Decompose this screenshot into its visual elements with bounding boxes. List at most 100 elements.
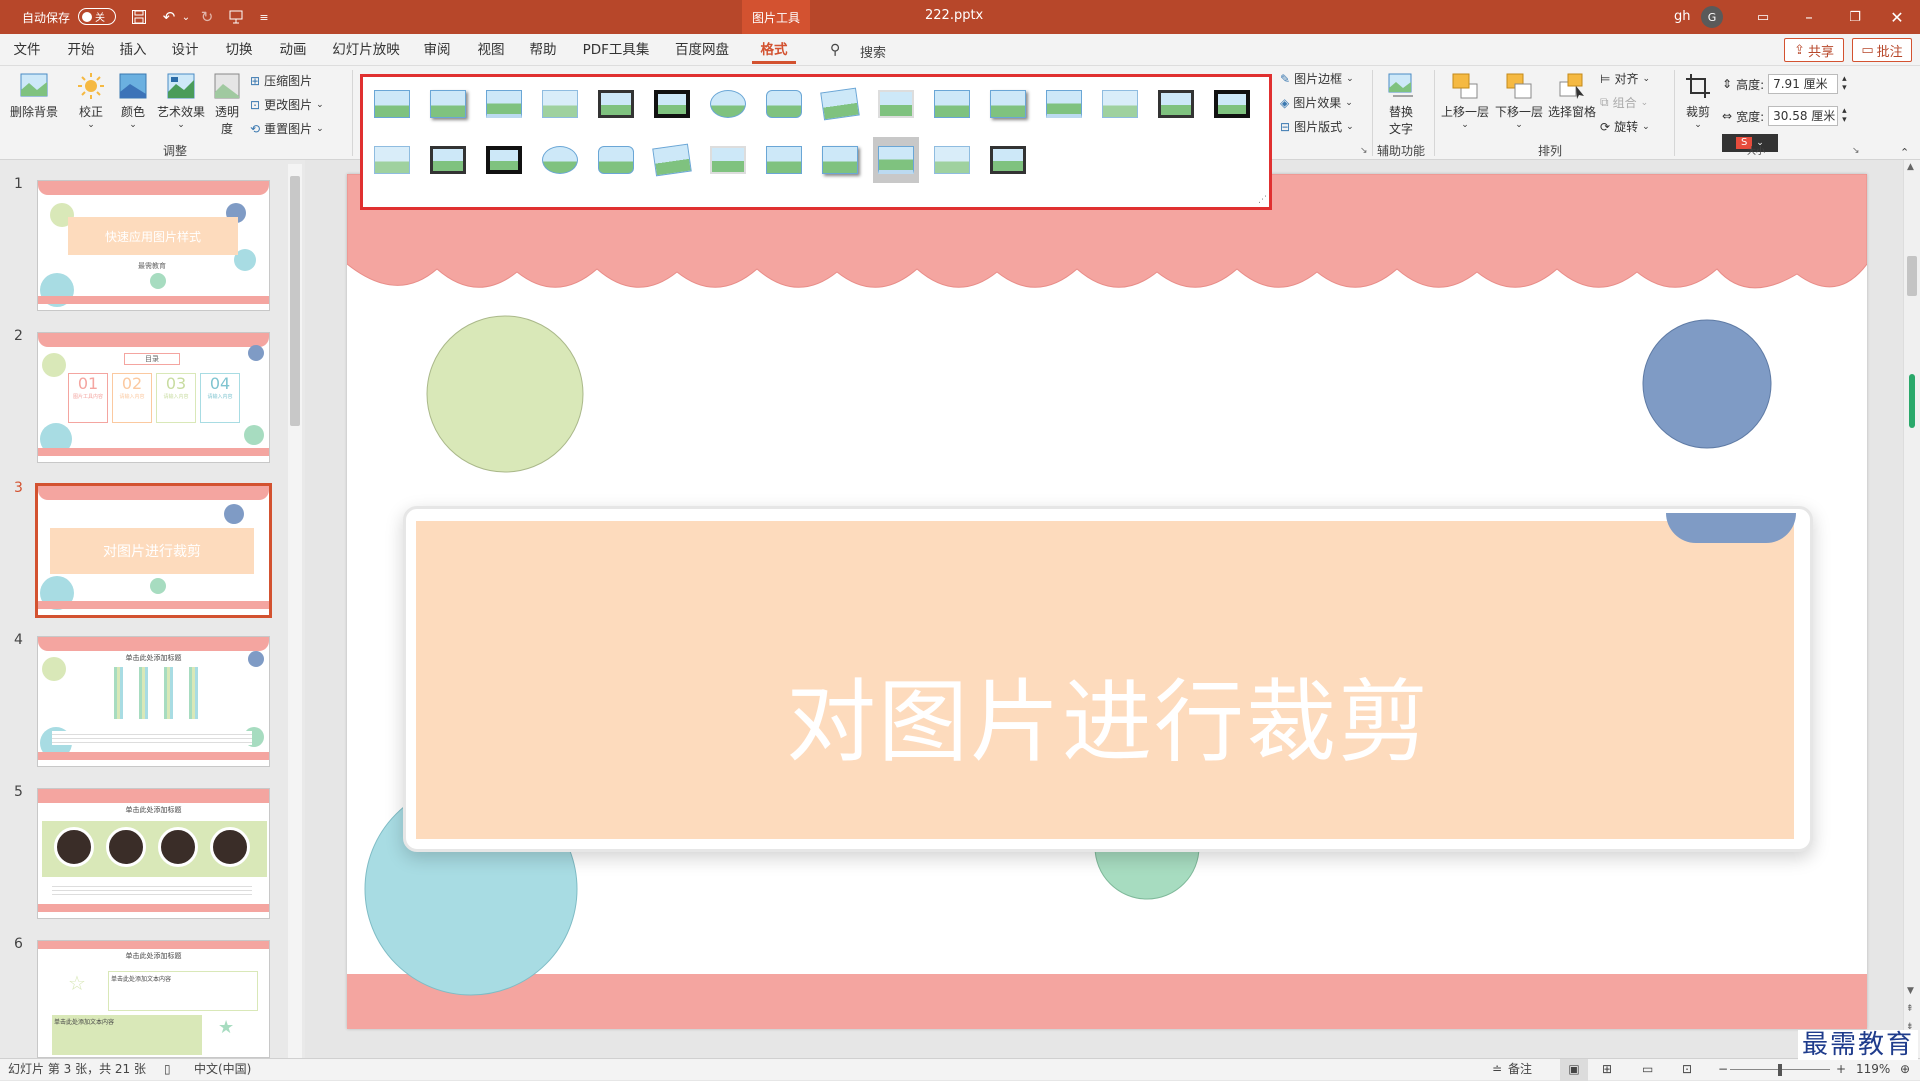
collapse-ribbon-icon[interactable]: ⌃ — [1900, 146, 1909, 159]
picture-style-option[interactable] — [929, 81, 975, 127]
picture-style-option[interactable] — [537, 137, 583, 183]
share-button[interactable]: ⇪ 共享 — [1784, 38, 1844, 62]
normal-view-icon[interactable]: ▣ — [1560, 1059, 1588, 1081]
picture-style-option[interactable] — [985, 137, 1031, 183]
search-input[interactable]: 搜索 — [860, 42, 886, 61]
slide-thumbnail-6[interactable]: 单击此处添加标题 单击此处添加文本内容 单击此处添加文本内容 ☆ ★ — [37, 940, 270, 1058]
avatar[interactable]: G — [1701, 6, 1723, 28]
bring-forward-button[interactable]: 上移一层 ⌄ — [1440, 72, 1490, 130]
height-input[interactable]: 7.91 厘米 — [1768, 74, 1839, 94]
scroll-down-icon[interactable]: ▼ — [1907, 986, 1914, 996]
picture-style-option[interactable] — [985, 81, 1031, 127]
slideshow-view-icon[interactable]: ⊡ — [1682, 1059, 1692, 1081]
tab-design[interactable]: 设计 — [166, 34, 204, 66]
picture-frame[interactable]: 对图片进行裁剪 — [403, 506, 1813, 852]
zoom-slider-thumb[interactable] — [1778, 1064, 1782, 1076]
picture-style-option[interactable] — [705, 81, 751, 127]
undo-dropdown-icon[interactable]: ⌄ — [180, 0, 192, 34]
scroll-up-icon[interactable]: ▲ — [1907, 162, 1914, 172]
picture-style-option[interactable] — [481, 81, 527, 127]
notes-button[interactable]: 备注 — [1508, 1059, 1532, 1081]
picture-layout-button[interactable]: ⊟ 图片版式 ⌄ — [1280, 118, 1354, 135]
customize-qat-icon[interactable]: ≡ — [256, 0, 272, 34]
tab-insert[interactable]: 插入 — [114, 34, 152, 66]
picture-style-option[interactable] — [593, 137, 639, 183]
tab-review[interactable]: 审阅 — [418, 34, 456, 66]
close-icon[interactable]: ✕ — [1874, 0, 1920, 34]
tab-view[interactable]: 视图 — [472, 34, 510, 66]
redo-icon[interactable]: ↻ — [196, 0, 218, 34]
picture-style-option[interactable] — [873, 137, 919, 183]
artistic-effects-button[interactable]: 艺术效果 ⌄ — [156, 72, 206, 130]
zoom-in-icon[interactable]: + — [1836, 1059, 1846, 1081]
save-icon[interactable] — [128, 0, 150, 34]
picture-style-option[interactable] — [369, 137, 415, 183]
scrollbar-thumb[interactable] — [290, 176, 300, 426]
tab-format[interactable]: 格式 — [752, 34, 796, 64]
color-button[interactable]: 颜色 ⌄ — [114, 72, 152, 130]
comments-button[interactable]: ▭ 批注 — [1852, 38, 1912, 62]
transparency-button[interactable]: 透明 度 — [212, 72, 242, 137]
tab-animations[interactable]: 动画 — [274, 34, 312, 66]
spellcheck-icon[interactable]: ▯ — [164, 1059, 171, 1081]
alt-text-button[interactable]: 替换 文字 — [1382, 72, 1420, 137]
picture-style-option[interactable] — [425, 137, 471, 183]
reset-picture-button[interactable]: ⟲ 重置图片 ⌄ — [250, 120, 324, 137]
tab-help[interactable]: 帮助 — [524, 34, 562, 66]
ribbon-display-icon[interactable]: ▭ — [1740, 0, 1786, 34]
size-dialog-launcher-icon[interactable]: ↘ — [1852, 146, 1860, 156]
picture-style-option[interactable] — [761, 81, 807, 127]
prev-slide-icon[interactable]: ⇞ — [1906, 1004, 1914, 1014]
picture-style-option[interactable] — [929, 137, 975, 183]
tab-baidu-disk[interactable]: 百度网盘 — [668, 34, 736, 66]
compress-pictures-button[interactable]: ⊞ 压缩图片 — [250, 72, 312, 89]
corrections-button[interactable]: 校正 ⌄ — [72, 72, 110, 130]
editor-scrollbar[interactable]: ▲ ▼ ⇞ ⇟ — [1903, 160, 1920, 1058]
tab-file[interactable]: 文件 — [8, 34, 46, 66]
fit-to-window-icon[interactable]: ⊕ — [1900, 1059, 1910, 1081]
height-spinner[interactable]: ▴ ▾ — [1842, 75, 1847, 93]
remove-background-button[interactable]: 删除背景 — [8, 72, 60, 120]
picture-effects-button[interactable]: ◈ 图片效果 ⌄ — [1280, 94, 1353, 111]
picture-style-option[interactable] — [593, 81, 639, 127]
notes-icon[interactable]: ≐ — [1492, 1059, 1502, 1081]
send-backward-button[interactable]: 下移一层 ⌄ — [1494, 72, 1544, 130]
zoom-level[interactable]: 119% — [1856, 1059, 1890, 1081]
picture-style-option[interactable] — [649, 137, 695, 183]
width-spinner[interactable]: ▴ ▾ — [1842, 107, 1847, 125]
scrollbar-thumb[interactable] — [1907, 256, 1917, 296]
slide-thumbnail-5[interactable]: 单击此处添加标题 — [37, 788, 270, 919]
picture-style-option[interactable] — [481, 137, 527, 183]
align-button[interactable]: ⊨ 对齐 ⌄ — [1600, 70, 1650, 87]
rotate-button[interactable]: ⟳ 旋转 ⌄ — [1600, 118, 1650, 135]
tab-transitions[interactable]: 切换 — [220, 34, 258, 66]
picture-style-option[interactable] — [817, 137, 863, 183]
selection-pane-button[interactable]: 选择窗格 — [1546, 72, 1598, 120]
thumbnail-scrollbar[interactable] — [288, 164, 302, 1058]
undo-icon[interactable]: ↶ — [158, 0, 180, 34]
gallery-resize-icon[interactable]: ⋰ — [1258, 195, 1267, 205]
picture-border-button[interactable]: ✎ 图片边框 ⌄ — [1280, 70, 1354, 87]
slide-thumbnail-1[interactable]: 快速应用图片样式 最需教育 — [37, 180, 270, 311]
picture-style-option[interactable] — [1153, 81, 1199, 127]
picture-style-option[interactable] — [425, 81, 471, 127]
autosave-toggle[interactable]: 关 — [78, 8, 116, 25]
picture-style-option[interactable] — [1209, 81, 1255, 127]
current-slide[interactable]: 对图片进行裁剪 — [347, 174, 1867, 1029]
picture-style-option[interactable] — [1097, 81, 1143, 127]
slide-thumbnail-2[interactable]: 目录 01 图片工具内容 02 请输入内容 03 请输入内容 04 请输入内容 — [37, 332, 270, 463]
picture-style-option[interactable] — [817, 81, 863, 127]
tab-home[interactable]: 开始 — [62, 34, 100, 66]
restore-icon[interactable]: ❐ — [1832, 0, 1878, 34]
picture-style-option[interactable] — [873, 81, 919, 127]
picture-style-option[interactable] — [649, 81, 695, 127]
picture-style-option[interactable] — [761, 137, 807, 183]
tab-pdf-tools[interactable]: PDF工具集 — [578, 34, 654, 66]
tab-slideshow[interactable]: 幻灯片放映 — [328, 34, 404, 66]
picture-style-option[interactable] — [537, 81, 583, 127]
zoom-out-icon[interactable]: − — [1718, 1059, 1728, 1081]
change-picture-button[interactable]: ⊡ 更改图片 ⌄ — [250, 96, 324, 113]
slide-sorter-icon[interactable]: ⊞ — [1602, 1059, 1612, 1081]
minimize-icon[interactable]: – — [1786, 0, 1832, 34]
slide-thumbnail-4[interactable]: 单击此处添加标题 — [37, 636, 270, 767]
